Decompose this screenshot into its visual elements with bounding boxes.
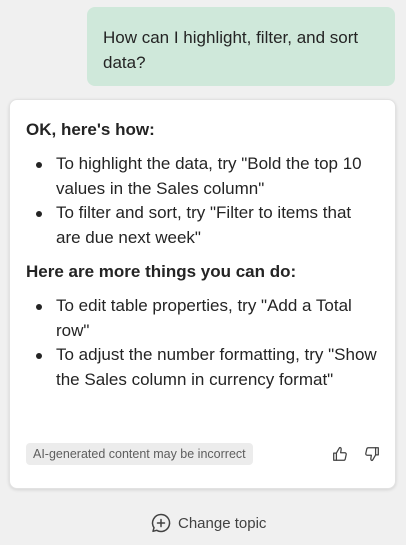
change-topic-label: Change topic bbox=[178, 514, 267, 532]
thumbs-down-icon bbox=[365, 447, 379, 462]
user-message-text: How can I highlight, filter, and sort da… bbox=[103, 28, 359, 72]
suggestion-item: To adjust the number formatting, try "Sh… bbox=[36, 343, 379, 392]
user-message-bubble: How can I highlight, filter, and sort da… bbox=[87, 7, 395, 86]
suggestion-list: To highlight the data, try "Bold the top… bbox=[26, 152, 379, 250]
response-heading: OK, here's how: bbox=[26, 120, 155, 139]
change-topic-button[interactable]: Change topic bbox=[150, 512, 266, 534]
more-things-heading: Here are more things you can do: bbox=[26, 262, 297, 281]
suggestion-item: To highlight the data, try "Bold the top… bbox=[36, 152, 379, 201]
more-suggestions-list: To edit table properties, try "Add a Tot… bbox=[26, 294, 379, 392]
chat-add-icon bbox=[151, 513, 171, 533]
feedback-buttons bbox=[329, 443, 383, 465]
suggestion-item: To edit table properties, try "Add a Tot… bbox=[36, 294, 379, 343]
thumbs-up-icon bbox=[333, 446, 347, 461]
ai-disclaimer-badge: AI-generated content may be incorrect bbox=[26, 443, 253, 465]
thumbs-down-button[interactable] bbox=[361, 443, 383, 465]
thumbs-up-button[interactable] bbox=[329, 443, 351, 465]
assistant-response-card: OK, here's how: To highlight the data, t… bbox=[9, 99, 396, 489]
suggestion-item: To filter and sort, try "Filter to items… bbox=[36, 201, 379, 250]
